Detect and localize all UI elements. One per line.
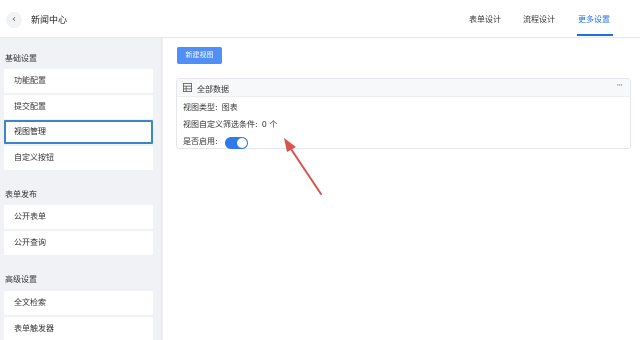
more-icon[interactable]: ··· bbox=[616, 81, 623, 91]
toggle-knob bbox=[237, 138, 247, 148]
filter-row: 视图自定义筛选条件: 0 个 bbox=[183, 119, 277, 130]
filter-label: 视图自定义筛选条件: bbox=[183, 120, 258, 129]
sidebar-item-submit-config[interactable]: 提交配置 bbox=[4, 95, 153, 119]
enabled-toggle[interactable] bbox=[225, 137, 248, 149]
sidebar-group-basic: 基础设置 bbox=[5, 54, 37, 63]
sidebar-item-custom-button[interactable]: 自定义按钮 bbox=[4, 146, 153, 170]
tab-form-design[interactable]: 表单设计 bbox=[469, 14, 501, 25]
table-icon bbox=[183, 83, 192, 92]
sidebar-item-public-form[interactable]: 公开表单 bbox=[4, 205, 153, 229]
sidebar-item-function-config[interactable]: 功能配置 bbox=[4, 69, 153, 93]
active-tab-underline bbox=[577, 34, 613, 36]
view-type-row: 视图类型: 图表 bbox=[183, 102, 238, 113]
view-card-header: 全部数据 ··· bbox=[177, 79, 630, 97]
sidebar-item-view-management[interactable]: 视图管理 bbox=[4, 120, 153, 144]
sidebar-item-fulltext-search[interactable]: 全文检索 bbox=[4, 291, 153, 315]
tab-flow-design[interactable]: 流程设计 bbox=[523, 14, 555, 25]
sidebar-item-public-query[interactable]: 公开查询 bbox=[4, 231, 153, 255]
chevron-left-icon[interactable]: ‹ bbox=[6, 12, 22, 28]
enabled-label: 是否启用: bbox=[183, 137, 218, 146]
new-view-button[interactable]: 新建视图 bbox=[177, 47, 222, 64]
top-bar: ‹ 新闻中心 表单设计 流程设计 更多设置 bbox=[0, 0, 640, 38]
main-content: 新建视图 全部数据 ··· 视图类型: 图表 视图自定义筛选条件: 0 个 是否启用… bbox=[163, 38, 640, 340]
sidebar: 基础设置 功能配置 提交配置 视图管理 自定义按钮 表单发布 公开表单 公开查询… bbox=[0, 38, 162, 340]
view-type-value: 图表 bbox=[221, 103, 238, 112]
filter-value: 0 个 bbox=[261, 120, 278, 129]
sidebar-group-advanced: 高级设置 bbox=[5, 275, 37, 284]
tab-more-settings[interactable]: 更多设置 bbox=[578, 14, 610, 25]
view-card: 全部数据 ··· 视图类型: 图表 视图自定义筛选条件: 0 个 是否启用: bbox=[176, 78, 631, 149]
app-title: 新闻中心 bbox=[31, 16, 68, 26]
sidebar-item-form-trigger[interactable]: 表单触发器 bbox=[4, 317, 153, 340]
sidebar-group-publish: 表单发布 bbox=[5, 190, 37, 199]
view-card-title: 全部数据 bbox=[197, 85, 229, 94]
view-type-label: 视图类型: bbox=[183, 103, 218, 112]
